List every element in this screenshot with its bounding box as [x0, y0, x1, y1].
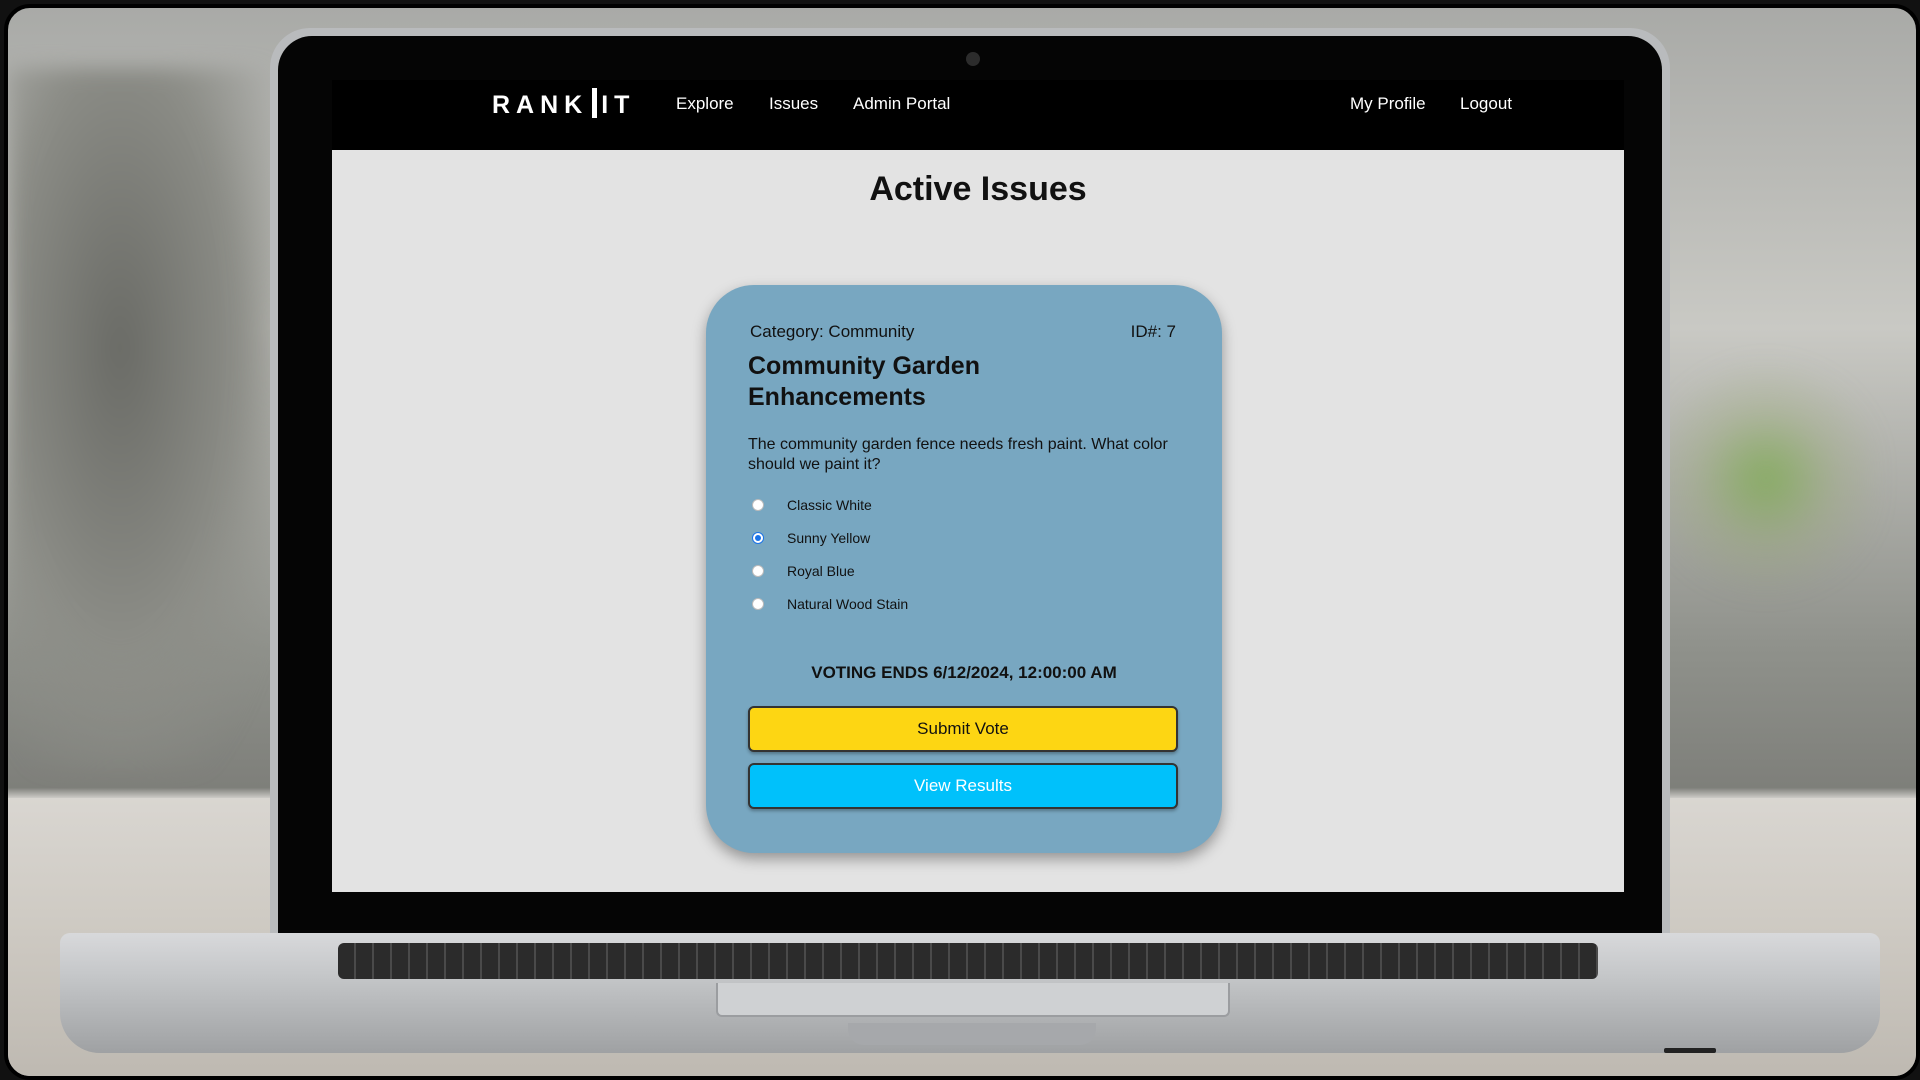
keyboard: [338, 943, 1598, 979]
nav-explore[interactable]: Explore: [676, 94, 734, 114]
radio-button[interactable]: [752, 597, 764, 610]
background-blur: [8, 68, 288, 768]
nav-admin-portal[interactable]: Admin Portal: [853, 94, 950, 114]
option-label: Royal Blue: [787, 562, 855, 579]
option-sunny-yellow[interactable]: Sunny Yellow: [752, 521, 908, 554]
background-plant: [1656, 348, 1876, 608]
nav-logout[interactable]: Logout: [1460, 94, 1512, 114]
view-results-button[interactable]: View Results: [748, 763, 1178, 809]
navbar: RANK IT Explore Issues Admin Portal My Pr…: [332, 80, 1624, 150]
rankit-logo[interactable]: RANK IT: [492, 88, 635, 120]
option-label: Natural Wood Stain: [787, 595, 909, 612]
submit-vote-button[interactable]: Submit Vote: [748, 706, 1178, 752]
option-label: Classic White: [787, 496, 872, 513]
logo-text-right: IT: [601, 91, 636, 119]
option-natural-wood-stain[interactable]: Natural Wood Stain: [752, 587, 908, 620]
voting-deadline: VOTING ENDS 6/12/2024, 12:00:00 AM: [811, 663, 1117, 682]
laptop-screen: RANK IT Explore Issues Admin Portal My Pr…: [332, 80, 1624, 892]
logo-arrow-icon: [592, 88, 598, 118]
issue-id: ID#: 7: [1130, 322, 1176, 341]
nav-my-profile[interactable]: My Profile: [1350, 94, 1426, 114]
nav-issues[interactable]: Issues: [769, 94, 818, 114]
webcam-icon: [966, 52, 980, 66]
option-classic-white[interactable]: Classic White: [752, 488, 908, 521]
issue-card: Category: Community ID#: 7 Community Gar…: [706, 285, 1222, 853]
page-title: Active Issues: [869, 170, 1087, 208]
option-label: Sunny Yellow: [787, 529, 871, 546]
photo-frame: RANK IT Explore Issues Admin Portal My Pr…: [4, 4, 1920, 1080]
vote-options: Classic White Sunny Yellow Royal Blue Na…: [752, 488, 908, 620]
radio-button[interactable]: [752, 498, 764, 511]
logo-text-left: RANK: [492, 91, 589, 119]
radio-button-selected[interactable]: [752, 531, 764, 544]
issue-category: Category: Community: [750, 322, 915, 341]
issue-title: Community Garden Enhancements: [748, 352, 980, 411]
trackpad: [716, 983, 1230, 1017]
issue-question: The community garden fence needs fresh p…: [748, 436, 1168, 473]
status-led: [1664, 1048, 1716, 1053]
option-royal-blue[interactable]: Royal Blue: [752, 554, 908, 587]
lid-notch: [848, 1023, 1096, 1045]
radio-button[interactable]: [752, 564, 764, 577]
